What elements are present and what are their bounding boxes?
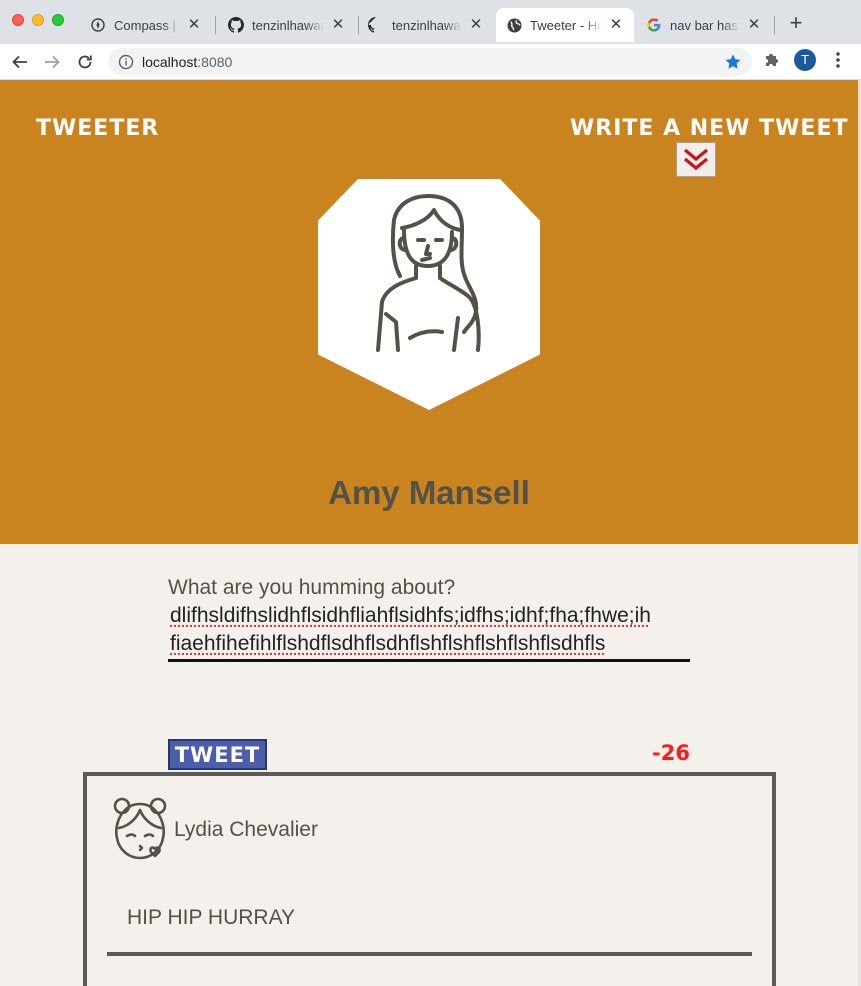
character-counter: -26: [652, 741, 690, 765]
back-button[interactable]: [8, 50, 32, 74]
window-minimize-button[interactable]: [32, 14, 44, 26]
reload-icon: [78, 55, 92, 69]
web-page: Tweeter Write a new tweet Amy Mansell Wh…: [0, 80, 858, 986]
browser-tab-github-2[interactable]: tenzinlhawan ✕: [358, 8, 494, 42]
textarea-line: dlifhsldifhslidhflsidhfliahflsidhfs;idfh…: [170, 604, 651, 627]
tab-title: nav bar has p: [670, 17, 740, 33]
profile-avatar[interactable]: T: [794, 49, 816, 71]
brand-logo[interactable]: Tweeter: [36, 116, 159, 141]
tab-separator: [215, 16, 216, 34]
tab-title: Compass | Re: [114, 17, 180, 33]
write-new-tweet-link[interactable]: Write a new tweet: [570, 116, 848, 141]
tweet-textarea[interactable]: dlifhsldifhslidhflsidhfliahflsidhfs;idfh…: [170, 602, 690, 658]
toggle-compose-button[interactable]: [676, 142, 716, 177]
tab-title: tenzinlhawan: [252, 17, 324, 33]
tab-close-icon[interactable]: ✕: [608, 17, 624, 33]
browser-toolbar: localhost:8080 T: [0, 44, 861, 80]
tweet-content: HIP HIP HURRAY: [127, 906, 296, 929]
textarea-underline: [168, 659, 690, 662]
compose-prompt: What are you humming about?: [168, 576, 456, 599]
browser-tab-google[interactable]: nav bar has p ✕: [636, 8, 772, 42]
info-icon[interactable]: [118, 54, 134, 70]
reload-button[interactable]: [73, 50, 97, 74]
tab-separator: [774, 16, 775, 34]
extensions-puzzle-icon[interactable]: [762, 50, 782, 70]
tab-title: Tweeter - Ho: [530, 17, 602, 33]
girl-kiss-avatar-icon: [113, 797, 167, 860]
browser-tab-tweeter[interactable]: Tweeter - Ho ✕: [496, 8, 634, 42]
compass-icon: [90, 17, 106, 33]
google-icon: [646, 17, 662, 33]
new-tab-button[interactable]: +: [784, 12, 808, 36]
woman-avatar-icon: [376, 194, 481, 352]
browser-tab-github-1[interactable]: tenzinlhawan ✕: [218, 8, 356, 42]
double-chevron-down-icon: [683, 148, 709, 170]
tweet-author-name: Lydia Chevalier: [174, 818, 318, 841]
forward-arrow-icon: [45, 55, 60, 69]
forward-button[interactable]: [40, 50, 64, 74]
github-icon: [368, 17, 384, 33]
window-maximize-button[interactable]: [52, 14, 64, 26]
tweet-card: Lydia Chevalier HIP HIP HURRAY: [83, 772, 776, 986]
github-icon: [228, 17, 244, 33]
url-host: localhost: [142, 54, 198, 70]
textarea-line: fiaehfihefihlflshdflsdhflsdhflshflshflsh…: [170, 632, 606, 655]
tab-close-icon[interactable]: ✕: [330, 17, 346, 33]
menu-kebab-icon[interactable]: [832, 50, 844, 70]
tab-close-icon[interactable]: ✕: [746, 17, 762, 33]
window-close-button[interactable]: [12, 14, 24, 26]
browser-tab-compass[interactable]: Compass | Re ✕: [80, 8, 212, 42]
tab-close-icon[interactable]: ✕: [186, 17, 202, 33]
browser-tabstrip: Compass | Re ✕ tenzinlhawan ✕ tenzinlhaw…: [0, 0, 861, 44]
bookmark-star-icon[interactable]: [724, 53, 742, 71]
url-port: :8080: [197, 54, 233, 70]
profile-header: Tweeter Write a new tweet Amy Mansell: [0, 80, 858, 544]
address-bar[interactable]: localhost:8080: [108, 48, 752, 76]
tab-close-icon[interactable]: ✕: [468, 17, 484, 33]
tweet-submit-button[interactable]: Tweet: [168, 739, 267, 770]
back-arrow-icon: [12, 55, 27, 69]
profile-name: Amy Mansell: [328, 474, 530, 511]
globe-icon: [506, 17, 522, 33]
tweet-divider: [107, 952, 752, 956]
tab-title: tenzinlhawan: [392, 17, 462, 33]
